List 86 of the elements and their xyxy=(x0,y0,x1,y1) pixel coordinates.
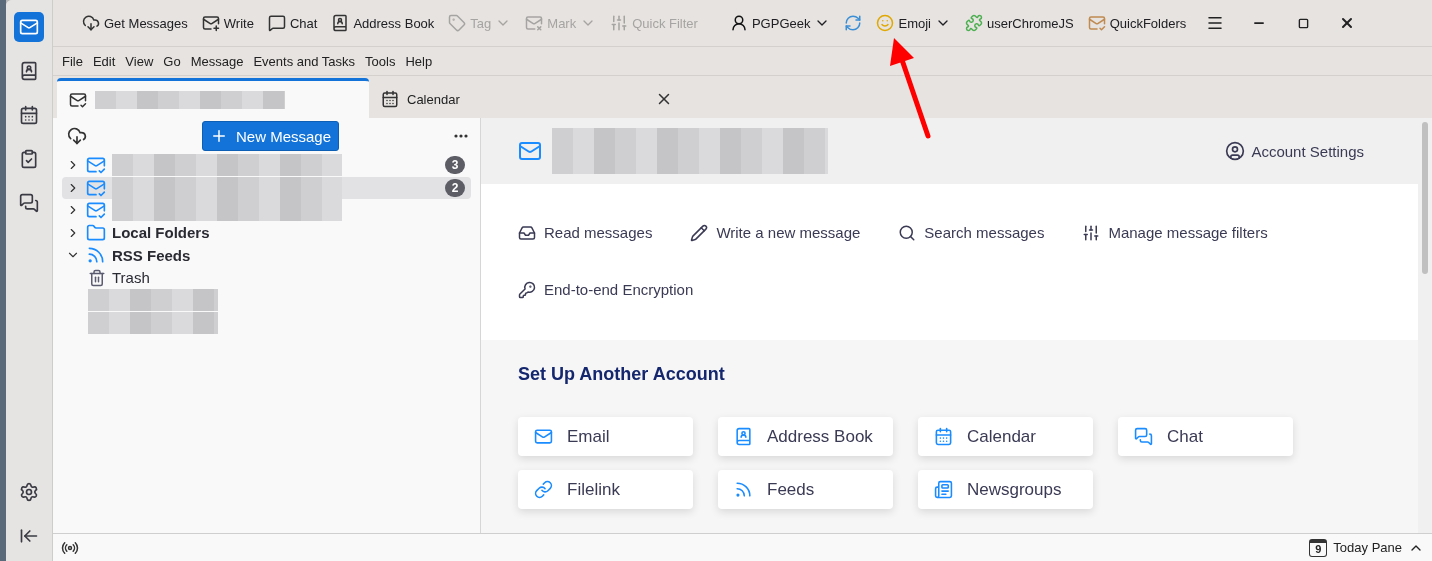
account-settings-button[interactable]: Account Settings xyxy=(1219,140,1370,163)
contact-book-icon xyxy=(331,14,350,32)
tag-icon xyxy=(448,14,467,32)
menu-icon xyxy=(1206,14,1225,32)
unread-count: 3 xyxy=(445,156,465,175)
toolbar-button[interactable]: Address Book xyxy=(324,7,442,39)
envelope-x-icon xyxy=(525,14,544,32)
settings-icon xyxy=(19,482,39,502)
scrollbar-thumb[interactable] xyxy=(1422,122,1428,274)
envelope-icon xyxy=(534,427,553,446)
today-pane-button[interactable]: 9 Today Pane xyxy=(1309,538,1424,557)
rss-icon xyxy=(734,480,753,499)
contact-book-icon xyxy=(734,427,753,446)
menu-item[interactable]: Message xyxy=(185,50,249,72)
sliders-icon xyxy=(610,14,629,32)
menu-item[interactable]: Tools xyxy=(360,50,401,72)
toolbar-button[interactable]: Chat xyxy=(260,7,325,39)
action-link[interactable]: Manage message filters xyxy=(1082,222,1268,244)
setup-card[interactable]: Chat xyxy=(1118,417,1293,456)
setup-card[interactable]: Email xyxy=(518,417,693,456)
tab[interactable] xyxy=(57,78,369,118)
setup-card[interactable]: Filelink xyxy=(518,470,693,509)
key-icon xyxy=(518,280,536,299)
calendar-day-icon: 9 xyxy=(1309,538,1328,557)
folder-row[interactable]: Trash xyxy=(62,266,471,289)
action-link[interactable]: End-to-end Encryption xyxy=(518,279,694,301)
user-circle-icon xyxy=(1225,141,1246,162)
folder-row[interactable]: 3 xyxy=(62,154,471,177)
pencil-icon xyxy=(690,223,709,242)
tab-title: Calendar xyxy=(407,91,461,107)
more-icon xyxy=(454,134,468,138)
calendar-icon xyxy=(19,105,39,125)
clipboard-check-icon xyxy=(19,149,39,169)
toolbar-button[interactable]: userChromeJS xyxy=(958,7,1081,39)
speech-bubble-icon xyxy=(267,14,286,32)
folder-name: Trash xyxy=(112,269,151,287)
toolbar-button[interactable]: Write xyxy=(194,7,261,39)
menu-item[interactable]: File xyxy=(57,50,88,72)
section-heading: Set Up Another Account xyxy=(518,364,726,385)
tab[interactable]: Calendar xyxy=(369,80,685,118)
action-link[interactable]: Write a new message xyxy=(690,222,861,244)
setup-card[interactable]: Address Book xyxy=(718,417,893,456)
calendar-icon xyxy=(934,427,953,446)
new-message-button[interactable]: New Message xyxy=(201,121,339,151)
newspaper-icon xyxy=(934,480,953,499)
setup-card[interactable]: Newsgroups xyxy=(918,470,1093,509)
action-link[interactable]: Read messages xyxy=(518,222,653,244)
cloud-download-icon xyxy=(67,126,87,146)
search-icon xyxy=(898,223,917,242)
toolbar-dropdown[interactable]: Emoji xyxy=(869,7,958,39)
folder-row[interactable]: RSS Feeds xyxy=(62,244,471,267)
folder-row[interactable]: 2 xyxy=(62,176,471,199)
setup-card[interactable]: Calendar xyxy=(918,417,1093,456)
chat-icon xyxy=(1134,427,1153,446)
puzzle-icon xyxy=(965,14,983,32)
smiley-icon xyxy=(876,14,895,32)
setup-card[interactable]: Feeds xyxy=(718,470,893,509)
unread-count: 2 xyxy=(445,178,465,197)
toolbar-dropdown[interactable]: PGPGeek xyxy=(722,7,838,39)
link-icon xyxy=(534,480,553,499)
folder-name: Local Folders xyxy=(112,224,211,242)
arrow-to-line-icon xyxy=(19,526,39,546)
more-options-button[interactable] xyxy=(454,134,468,138)
menu-item[interactable]: Events and Tasks xyxy=(248,50,361,72)
menu-item[interactable]: Go xyxy=(158,50,186,72)
menu-item[interactable]: Help xyxy=(400,50,438,72)
folder-icon xyxy=(86,222,106,243)
folder-name: RSS Feeds xyxy=(112,246,192,264)
trash-icon xyxy=(88,268,106,287)
menu-item[interactable]: Edit xyxy=(87,50,121,72)
chat-bubbles-icon xyxy=(19,193,39,213)
folder-row[interactable]: Local Folders xyxy=(62,221,471,244)
inbox-icon xyxy=(518,223,536,242)
toolbar-button[interactable]: Get Messages xyxy=(75,7,195,39)
contact-book-icon xyxy=(19,61,39,81)
get-messages-button[interactable] xyxy=(67,126,87,146)
toolbar-button[interactable]: QuickFolders xyxy=(1080,7,1194,39)
envelope-plus-icon xyxy=(201,14,220,32)
mail-space-button[interactable] xyxy=(14,12,44,42)
action-link[interactable]: Search messages xyxy=(898,222,1045,244)
calendar-icon xyxy=(381,90,399,108)
sliders-icon xyxy=(1082,223,1101,242)
cloud-download-icon xyxy=(82,14,100,32)
menu-item[interactable]: View xyxy=(120,50,159,72)
maximize-icon xyxy=(1297,17,1309,29)
envelope-icon xyxy=(19,17,39,37)
